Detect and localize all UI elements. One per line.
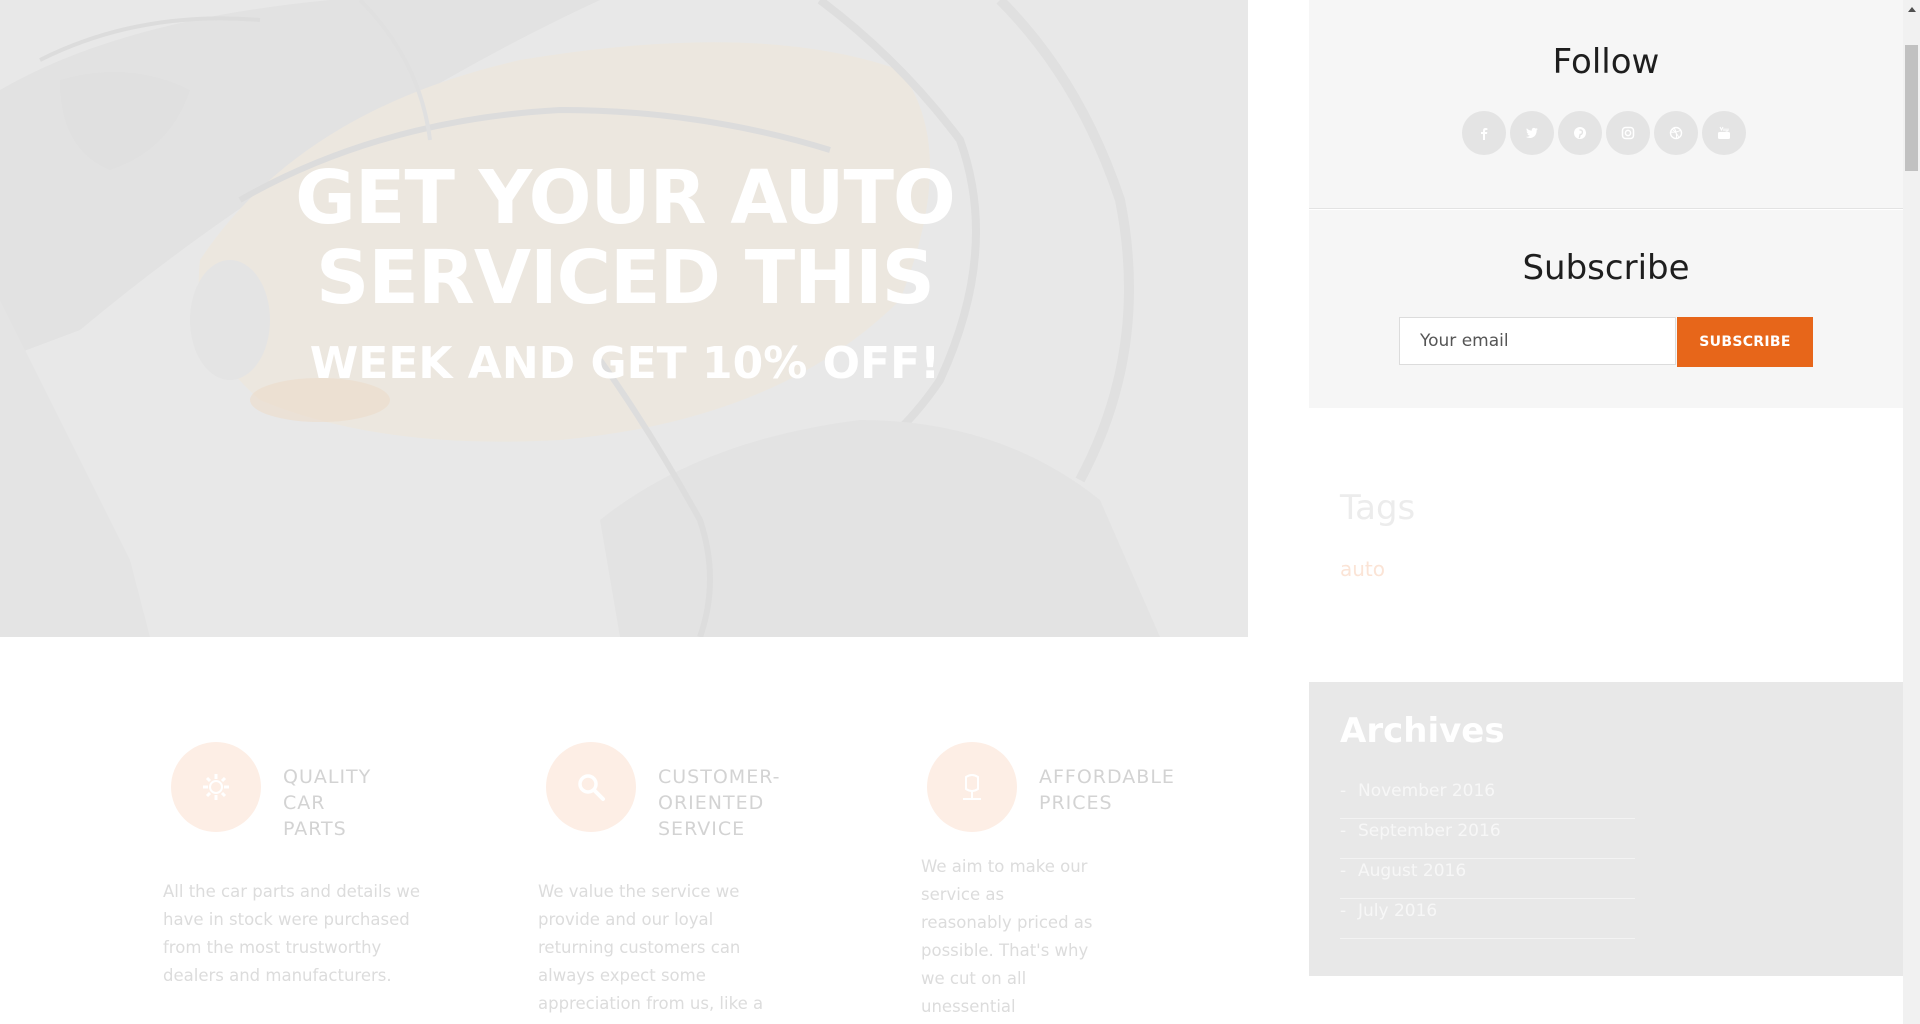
feature-title: CUSTOMER- ORIENTED SERVICE (658, 764, 780, 842)
tags-title: Tags (1340, 488, 1416, 528)
bullet: - (1340, 901, 1347, 921)
feature-description: We value the service we provide and our … (538, 878, 798, 1018)
page-scrollbar[interactable] (1903, 0, 1920, 1024)
subscribe-widget: Subscribe SUBSCRIBE (1309, 210, 1903, 408)
hero-subtitle: WEEK AND GET 10% OFF! (309, 338, 941, 389)
follow-widget: Follow (1309, 0, 1903, 209)
scroll-up-arrow-icon[interactable] (1903, 0, 1920, 17)
feature-icon-circle (171, 742, 261, 832)
hero-banner: GET YOUR AUTO SERVICED THIS WEEK AND GET… (0, 0, 1248, 637)
youtube-icon[interactable] (1702, 111, 1746, 155)
instagram-icon[interactable] (1606, 111, 1650, 155)
facebook-icon[interactable] (1462, 111, 1506, 155)
archives-list: - November 2016 - September 2016 - August 2… (1340, 779, 1635, 939)
bullet: - (1340, 861, 1347, 881)
archive-link[interactable]: July 2016 (1358, 901, 1437, 921)
feature-text-line: reasonably priced as (921, 913, 1093, 932)
feature-title-line: CUSTOMER- (658, 766, 781, 788)
archives-title: Archives (1340, 711, 1505, 751)
feature-text-line: we cut on all (921, 969, 1027, 988)
feature-description: We aim to make our service as reasonably… (921, 853, 1101, 1021)
archive-item[interactable]: - November 2016 (1340, 779, 1635, 819)
feature-text-line: possible. That's why (921, 941, 1089, 960)
bullet: - (1340, 781, 1347, 801)
search-icon (578, 774, 605, 801)
feature-text-line: dealers and manufacturers. (163, 966, 392, 985)
feature-title-line: PRICES (1039, 792, 1113, 814)
twitter-icon[interactable] (1510, 111, 1554, 155)
pinterest-icon[interactable] (1558, 111, 1602, 155)
scrollbar-thumb[interactable] (1905, 45, 1918, 171)
archive-item[interactable]: - July 2016 (1340, 899, 1635, 939)
tag-link-auto[interactable]: auto (1340, 557, 1385, 581)
feature-title-line: AFFORDABLE (1039, 766, 1175, 788)
feature-text-line: We aim to make our (921, 857, 1088, 876)
archive-link[interactable]: September 2016 (1358, 821, 1501, 841)
feature-title-line: PARTS (283, 818, 347, 840)
feature-text-line: provide and our loyal (538, 910, 714, 929)
hero-title-line-1: GET YOUR AUTO (295, 155, 956, 241)
feature-text-line: unessential (921, 997, 1016, 1016)
hero-title-line-2: SERVICED THIS (316, 235, 935, 321)
archive-item[interactable]: - September 2016 (1340, 819, 1635, 859)
email-field[interactable] (1399, 317, 1676, 365)
feature-title-line: QUALITY (283, 766, 372, 788)
feature-icon-circle (546, 742, 636, 832)
feature-text-line: returning customers can (538, 938, 741, 957)
feature-title: QUALITY CAR PARTS (283, 764, 371, 842)
feature-text-line: from the most trustworthy (163, 938, 382, 957)
feature-text-line: have in stock were purchased (163, 910, 410, 929)
feature-text-line: We value the service we (538, 882, 740, 901)
price-tag-icon (963, 774, 981, 800)
feature-text-line: appreciation from us, like a (538, 994, 764, 1013)
dribbble-icon[interactable] (1654, 111, 1698, 155)
feature-text-line: service as (921, 885, 1005, 904)
gear-icon (203, 774, 229, 800)
archive-item[interactable]: - August 2016 (1340, 859, 1635, 899)
feature-icon-circle (927, 742, 1017, 832)
archives-widget: Archives - November 2016 - September 2016 … (1309, 682, 1903, 976)
bullet: - (1340, 821, 1347, 841)
feature-description: All the car parts and details we have in… (163, 878, 433, 990)
feature-title: AFFORDABLE PRICES (1039, 764, 1175, 816)
feature-text-line: All the car parts and details we (163, 882, 421, 901)
feature-text-line: always expect some (538, 966, 706, 985)
feature-title-line: CAR (283, 792, 326, 814)
feature-title-line: SERVICE (658, 818, 746, 840)
subscribe-title: Subscribe (1522, 248, 1690, 288)
follow-title: Follow (1552, 42, 1660, 82)
archive-link[interactable]: November 2016 (1358, 781, 1495, 801)
hero-title: GET YOUR AUTO SERVICED THIS (0, 158, 1248, 318)
archive-link[interactable]: August 2016 (1358, 861, 1466, 881)
social-links (1462, 111, 1746, 155)
feature-title-line: ORIENTED (658, 792, 765, 814)
subscribe-button[interactable]: SUBSCRIBE (1677, 317, 1813, 367)
